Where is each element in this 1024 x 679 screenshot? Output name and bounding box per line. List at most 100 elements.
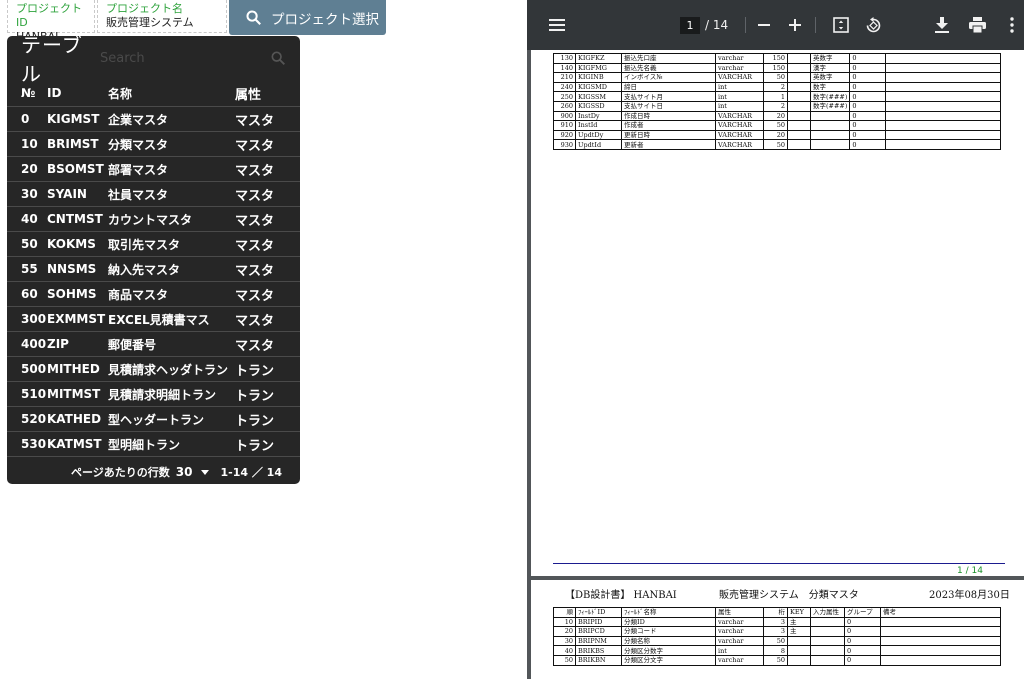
table-cell: 順 xyxy=(553,607,576,618)
row-attr: マスタ xyxy=(235,213,275,229)
table-cell: 0 xyxy=(844,654,881,666)
rows-per-page-label: ページあたりの行数 xyxy=(71,466,170,479)
row-no: 60 xyxy=(21,287,38,301)
table-cell: 910 xyxy=(553,120,576,131)
table-cell: 英数字 xyxy=(809,72,851,83)
table-cell: 数字(###) xyxy=(809,91,851,102)
row-name: カウントマスタ xyxy=(108,212,193,227)
table-row[interactable]: 400 ZIP 郵便番号 マスタ xyxy=(7,332,300,357)
table-row[interactable]: 50 KOKMS 取引先マスタ マスタ xyxy=(7,232,300,257)
doc-date: 2023年08月30日 xyxy=(929,590,1010,601)
table-cell: 振込先名義 xyxy=(621,62,716,74)
table-row[interactable]: 20 BSOMST 部署マスタ マスタ xyxy=(7,157,300,182)
zoom-in-icon[interactable] xyxy=(785,15,805,35)
table-cell: 締日 xyxy=(621,81,716,93)
table-row[interactable]: 0 KIGMST 企業マスタ マスタ xyxy=(7,107,300,132)
table-row: 930 UpdtId 更新者 VARCHAR 50 0 xyxy=(553,139,1001,150)
search-input[interactable] xyxy=(100,50,270,66)
table-row: 910 InstId 作成者 VARCHAR 50 0 xyxy=(553,120,1001,131)
row-id: BRIMST xyxy=(47,137,99,151)
table-cell: インボイス№ xyxy=(621,72,716,83)
row-id: KIGMST xyxy=(47,112,100,126)
row-name: 郵便番号 xyxy=(108,337,157,352)
table-cell: 振込先口座 xyxy=(621,53,716,64)
table-row[interactable]: 40 CNTMST カウントマスタ マスタ xyxy=(7,207,300,232)
table-cell xyxy=(787,654,811,666)
table-cell: 130 xyxy=(553,53,576,64)
row-no: 530 xyxy=(21,437,47,451)
table-cell xyxy=(787,53,811,64)
table-cell: 数字 xyxy=(809,81,851,93)
fit-page-icon[interactable] xyxy=(831,15,851,35)
table-row[interactable]: 520 KATHED 型ヘッダートラン トラン xyxy=(7,407,300,432)
row-id: MITMST xyxy=(47,387,101,401)
table-cell xyxy=(787,72,811,83)
row-id: MITHED xyxy=(47,362,100,376)
row-attr: マスタ xyxy=(235,188,275,204)
table-cell: BRIKBS xyxy=(575,645,622,656)
table-row[interactable]: 60 SOHMS 商品マスタ マスタ xyxy=(7,282,300,307)
rows-per-page-select[interactable]: 30 xyxy=(176,465,193,479)
row-attr: マスタ xyxy=(235,113,275,129)
table-cell: 930 xyxy=(553,139,576,150)
table-cell: 8 xyxy=(763,645,788,656)
table-row[interactable]: 10 BRIMST 分類マスタ マスタ xyxy=(7,132,300,157)
download-icon[interactable] xyxy=(932,15,952,35)
row-no: 20 xyxy=(21,162,38,176)
table-cell: 主 xyxy=(787,616,811,628)
table-cell: 漢字 xyxy=(809,62,851,74)
chevron-down-icon[interactable] xyxy=(200,469,209,475)
row-no: 400 xyxy=(21,337,47,351)
field-table: 130 KIGFKZ 振込先口座 varchar 150 英数字 0 140 KIGFMG 振込先… xyxy=(553,53,1001,150)
table-cell: 数字(###) xyxy=(809,100,851,112)
more-icon[interactable] xyxy=(1002,15,1022,35)
table-cell: int xyxy=(715,81,764,93)
table-cell xyxy=(885,129,1001,141)
project-select-button[interactable]: プロジェクト選択 xyxy=(229,0,386,35)
table-row: 50 BRIKBN 分類区分文字 varchar 50 0 xyxy=(553,654,1001,666)
table-cell: 50 xyxy=(763,139,788,150)
table-row[interactable]: 500 MITHED 見積請求ヘッダトラン トラン xyxy=(7,357,300,382)
table-cell xyxy=(787,635,811,647)
row-attr: マスタ xyxy=(235,163,275,179)
menu-icon[interactable] xyxy=(547,15,567,35)
table-cell: 0 xyxy=(849,91,887,102)
doc-title: 【DB設計書】 HANBAI xyxy=(565,590,677,601)
row-no: 55 xyxy=(21,262,38,276)
table-cell: 260 xyxy=(553,100,576,112)
table-cell: 更新者 xyxy=(621,139,716,150)
row-attr: マスタ xyxy=(235,338,275,354)
table-row[interactable]: 55 NNSMS 納入先マスタ マスタ xyxy=(7,257,300,282)
table-cell: 英数字 xyxy=(809,53,851,64)
table-cell: KEY xyxy=(787,607,811,618)
row-attr: マスタ xyxy=(235,288,275,304)
table-cell: UpdtDy xyxy=(575,129,622,141)
row-id: BSOMST xyxy=(47,162,104,176)
print-icon[interactable] xyxy=(967,15,987,35)
table-cell: 2 xyxy=(763,81,788,93)
table-cell: 0 xyxy=(849,110,887,122)
table-row[interactable]: 30 SYAIN 社員マスタ マスタ xyxy=(7,182,300,207)
table-row[interactable]: 300 EXMMST EXCEL見積書マス マスタ xyxy=(7,307,300,332)
row-no: 500 xyxy=(21,362,47,376)
table-cell: 0 xyxy=(844,635,881,647)
table-row: 130 KIGFKZ 振込先口座 varchar 150 英数字 0 xyxy=(553,53,1001,64)
column-id-header[interactable]: ID xyxy=(47,86,108,100)
table-row: 900 InstDy 作成日時 VARCHAR 20 0 xyxy=(553,110,1001,122)
zoom-out-icon[interactable] xyxy=(754,15,774,35)
table-cell xyxy=(880,645,1001,656)
table-row[interactable]: 510 MITMST 見積請求明細トラン トラン xyxy=(7,382,300,407)
rotate-icon[interactable] xyxy=(863,15,883,35)
table-cell: KIGINB xyxy=(575,72,622,83)
table-cell xyxy=(810,626,845,637)
column-attr-header[interactable]: 属性 xyxy=(235,84,285,103)
table-cell xyxy=(885,139,1001,150)
page-number-input[interactable] xyxy=(680,17,700,34)
table-cell: 20 xyxy=(763,110,788,122)
search-icon[interactable] xyxy=(270,50,286,66)
table-cell: 0 xyxy=(844,626,881,637)
column-name-header[interactable]: 名称 xyxy=(108,85,235,102)
table-row[interactable]: 530 KATMST 型明細トラン トラン xyxy=(7,432,300,457)
column-no-header[interactable]: № xyxy=(7,86,47,100)
row-name: 社員マスタ xyxy=(108,187,169,202)
